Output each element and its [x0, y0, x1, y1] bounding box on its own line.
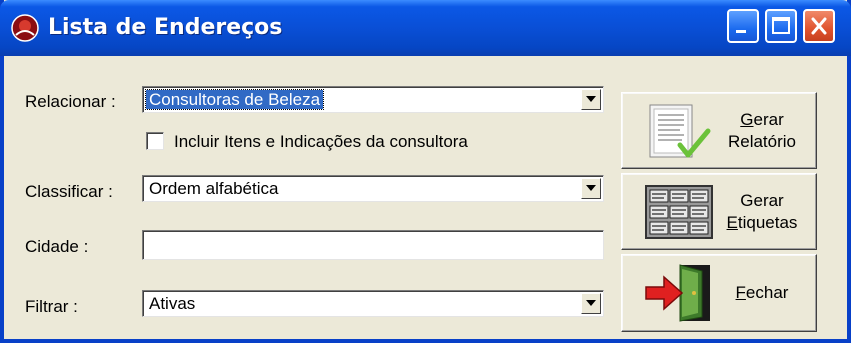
labels-sheet-icon	[645, 185, 713, 239]
incluir-checkbox[interactable]	[146, 132, 164, 150]
chevron-down-icon	[586, 185, 596, 191]
gerar-etiquetas-button[interactable]: Gerar Etiquetas	[621, 173, 817, 250]
classificar-dropdown-button[interactable]	[581, 178, 601, 199]
title-bar[interactable]: Lista de Endereços	[0, 0, 851, 56]
classificar-dropdown[interactable]: Ordem alfabética	[142, 175, 604, 202]
filtrar-value: Ativas	[149, 294, 196, 313]
close-button[interactable]	[803, 9, 835, 43]
address-list-window: Lista de Endereços Relacionar : Consulto…	[0, 0, 851, 343]
app-logo-icon	[11, 14, 39, 42]
classificar-label: Classificar :	[25, 182, 113, 201]
window-title: Lista de Endereços	[48, 15, 283, 40]
close-icon	[811, 17, 827, 35]
fechar-label: Fechar	[735, 283, 789, 302]
filtrar-label: Filtrar :	[25, 297, 78, 316]
maximize-button[interactable]	[765, 9, 797, 43]
chevron-down-icon	[586, 96, 596, 102]
gerar-etiquetas-label: Gerar Etiquetas	[726, 190, 798, 232]
relacionar-dropdown-button[interactable]	[581, 89, 601, 110]
relacionar-label: Relacionar :	[25, 92, 116, 111]
cidade-input[interactable]	[142, 230, 604, 260]
gerar-relatorio-button[interactable]: Gerar Relatório	[621, 92, 817, 169]
relacionar-value: Consultoras de Beleza	[144, 89, 325, 110]
incluir-label[interactable]: Incluir Itens e Indicações da consultora	[174, 132, 468, 152]
filtrar-dropdown-button[interactable]	[581, 293, 601, 314]
gerar-relatorio-label: Gerar Relatório	[727, 109, 797, 151]
minimize-icon	[736, 30, 746, 33]
minimize-button[interactable]	[727, 9, 759, 43]
cidade-label: Cidade :	[25, 237, 89, 256]
chevron-down-icon	[586, 300, 596, 306]
relacionar-dropdown[interactable]: Consultoras de Beleza	[142, 86, 604, 113]
filtrar-dropdown[interactable]: Ativas	[142, 290, 604, 317]
report-document-icon	[649, 104, 711, 158]
exit-door-icon	[645, 264, 710, 322]
fechar-button[interactable]: Fechar	[621, 254, 817, 332]
classificar-value: Ordem alfabética	[149, 179, 279, 198]
maximize-icon	[772, 17, 790, 34]
